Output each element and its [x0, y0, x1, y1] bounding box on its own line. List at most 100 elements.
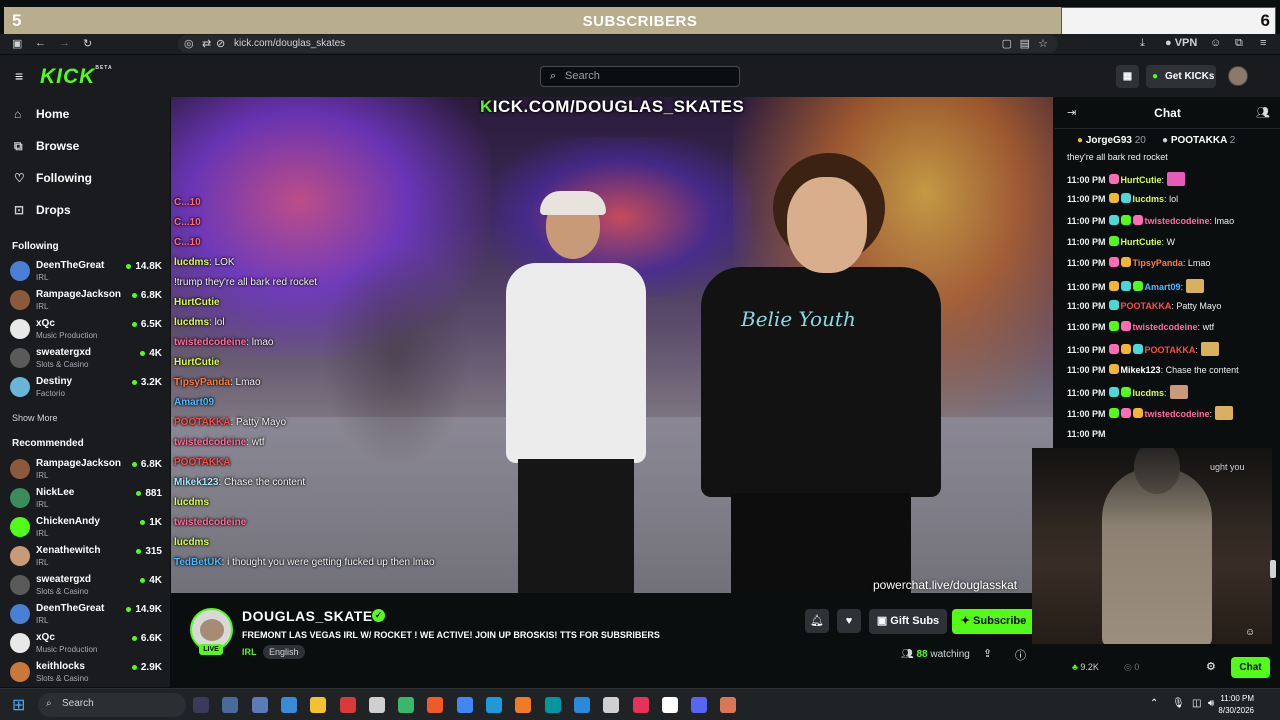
remote-app-icon[interactable]	[280, 697, 297, 713]
channel-row[interactable]: DeenTheGreat IRL 14.8K	[10, 260, 162, 288]
stream-category[interactable]: IRL	[242, 647, 257, 657]
vscode-icon[interactable]	[573, 697, 590, 713]
chrome-icon[interactable]	[456, 697, 473, 713]
obs-icon[interactable]	[368, 697, 385, 713]
screenshot-icon[interactable]: ▢	[1002, 37, 1012, 50]
firefox-icon[interactable]	[515, 697, 532, 713]
download-icon[interactable]: ⤓	[1140, 37, 1145, 50]
channel-row[interactable]: Destiny Factorio 3.2K	[10, 376, 162, 404]
nav-following[interactable]: ♡ Following	[14, 171, 92, 185]
chat-username[interactable]: Mikek123	[1121, 365, 1161, 375]
chat-username[interactable]: twistedcodeine	[1133, 322, 1198, 332]
bookmark-star-icon[interactable]: ☆	[1038, 37, 1048, 50]
address-bar[interactable]: ◎ ⇄ ⊘ kick.com/douglas_skates ▢ ▤ ☆	[178, 35, 1058, 53]
microphone-icon[interactable]: 🎙︎	[1172, 698, 1185, 709]
channel-row[interactable]: Xenathewitch IRL 315	[10, 545, 162, 573]
channel-row[interactable]: DeenTheGreat IRL 14.9K	[10, 603, 162, 631]
discord-icon[interactable]	[691, 697, 708, 713]
nav-home[interactable]: ⌂ Home	[14, 107, 69, 121]
tiktok-studio-icon[interactable]	[632, 697, 649, 713]
reader-icon[interactable]: ▤	[1020, 37, 1030, 50]
video-player[interactable]: Belie Youth KICK.COM/DOUGLAS_SKATES C...…	[171, 97, 1053, 593]
menu-icon[interactable]: ≡	[1260, 37, 1266, 49]
channel-name[interactable]: DOUGLAS_SKATES	[242, 608, 383, 624]
back-arrow-icon[interactable]: ←	[35, 37, 46, 49]
app-ide-icon[interactable]	[193, 697, 209, 713]
chat-username[interactable]: HurtCutie	[1121, 175, 1162, 185]
get-kicks-button[interactable]: ● Get KICKs	[1146, 65, 1216, 88]
gift-subs-button[interactable]: ▣ Gift Subs	[869, 609, 947, 634]
channel-row[interactable]: xQc Music Production 6.6K	[10, 632, 162, 660]
chat-settings-gear-icon[interactable]: ⚙	[1206, 660, 1216, 673]
chat-timestamp: 11:00 PM	[1067, 175, 1106, 185]
tiktok-icon[interactable]	[661, 697, 678, 713]
forward-arrow-icon[interactable]: →	[59, 37, 70, 49]
chat-username[interactable]: POOTAKKA	[1145, 345, 1196, 355]
nav-browse[interactable]: ⧉ Browse	[14, 139, 79, 154]
windows-start-icon[interactable]: ⊞	[12, 695, 25, 715]
channel-row[interactable]: ChickenAndy IRL 1K	[10, 516, 162, 544]
language-tag[interactable]: English	[263, 645, 305, 659]
chrome-canary-icon[interactable]	[398, 697, 415, 713]
shield-icon[interactable]: ◎	[184, 37, 194, 50]
kick-logo[interactable]: KICKBETA	[40, 65, 113, 89]
overlay-chat-user: POOTAKKA	[174, 417, 231, 428]
news-app-icon[interactable]	[339, 697, 356, 713]
taskbar-search[interactable]: ⌕ Search	[38, 693, 186, 717]
channel-row[interactable]: RampageJackson IRL 6.8K	[10, 289, 162, 317]
channel-row[interactable]: NickLee IRL 881	[10, 487, 162, 515]
url-text[interactable]: kick.com/douglas_skates	[234, 38, 345, 49]
network-drive-icon[interactable]	[251, 697, 268, 713]
taskbar-clock[interactable]: 11:00 PM 8/30/2026	[1218, 693, 1254, 717]
layout-toggle-icon[interactable]: ▦	[1116, 65, 1139, 88]
channel-row[interactable]: sweatergxd Slots & Casino 4K	[10, 574, 162, 602]
chat-username[interactable]: TipsyPanda	[1133, 258, 1183, 268]
info-icon[interactable]: ⓘ	[1015, 647, 1026, 663]
chat-badge-icon	[1132, 214, 1143, 225]
site-settings-icon[interactable]: ⇄	[202, 37, 211, 50]
channel-row[interactable]: keithlocks Slots & Casino 2.9K	[10, 661, 162, 689]
sidebar-toggle-icon[interactable]: ▣	[12, 37, 22, 50]
chat-username[interactable]: twistedcodeine	[1145, 216, 1210, 226]
file-explorer-icon[interactable]	[310, 697, 327, 713]
chat-username[interactable]: POOTAKKA	[1121, 301, 1172, 311]
hamburger-menu-icon[interactable]: ≡	[15, 68, 23, 84]
chat-username[interactable]: lucdms	[1133, 194, 1165, 204]
chat-username[interactable]: twistedcodeine	[1145, 409, 1210, 419]
nav-drops[interactable]: ⊡ Drops	[14, 203, 71, 217]
steam-icon[interactable]	[603, 697, 620, 713]
channel-row[interactable]: RampageJackson IRL 6.8K	[10, 458, 162, 486]
chat-scrollbar[interactable]	[1270, 560, 1276, 578]
brave-icon[interactable]	[427, 697, 444, 713]
account-icon[interactable]: ☺	[1210, 37, 1221, 49]
share-icon[interactable]: ⇪	[983, 647, 992, 660]
gifter-2[interactable]: ● POOTAKKA 2	[1162, 135, 1235, 146]
user-avatar[interactable]	[1228, 66, 1248, 86]
volume-icon[interactable]: 🔊︎	[1208, 698, 1214, 709]
follow-heart-icon[interactable]: ♥	[837, 609, 861, 633]
channel-row[interactable]: xQc Music Production 6.5K	[10, 318, 162, 346]
send-chat-button[interactable]: Chat	[1231, 657, 1270, 678]
task-view-icon[interactable]	[222, 697, 239, 713]
emote-picker-icon[interactable]: ☺	[1245, 627, 1255, 638]
edge-icon[interactable]	[486, 697, 502, 713]
search-input[interactable]: ⌕ Search	[540, 66, 740, 87]
chat-users-icon[interactable]: 👥︎	[1256, 106, 1270, 119]
show-more-link[interactable]: Show More	[12, 413, 58, 423]
tray-chevron-icon[interactable]: ⌃	[1150, 698, 1158, 709]
chat-username[interactable]: Amart09	[1145, 282, 1181, 292]
claude-icon[interactable]	[720, 697, 737, 713]
gifter-1[interactable]: ● JorgeG93 20	[1077, 135, 1146, 146]
arduino-icon[interactable]	[544, 697, 561, 713]
subscribe-button[interactable]: ✦ Subscribe	[952, 609, 1035, 634]
network-icon[interactable]: ◫	[1192, 698, 1201, 709]
reload-icon[interactable]: ↻	[83, 37, 92, 50]
channel-row[interactable]: sweatergxd Slots & Casino 4K	[10, 347, 162, 375]
chat-username[interactable]: HurtCutie	[1121, 237, 1162, 247]
extensions-icon[interactable]: ⧉	[1235, 37, 1243, 50]
vpn-button[interactable]: ● VPN	[1165, 37, 1197, 49]
tracking-icon[interactable]: ⊘	[216, 37, 225, 50]
chat-username[interactable]: lucdms	[1133, 388, 1165, 398]
chat-badge-icon	[1132, 280, 1143, 291]
notification-bell-icon[interactable]: 🔔︎	[805, 609, 829, 633]
